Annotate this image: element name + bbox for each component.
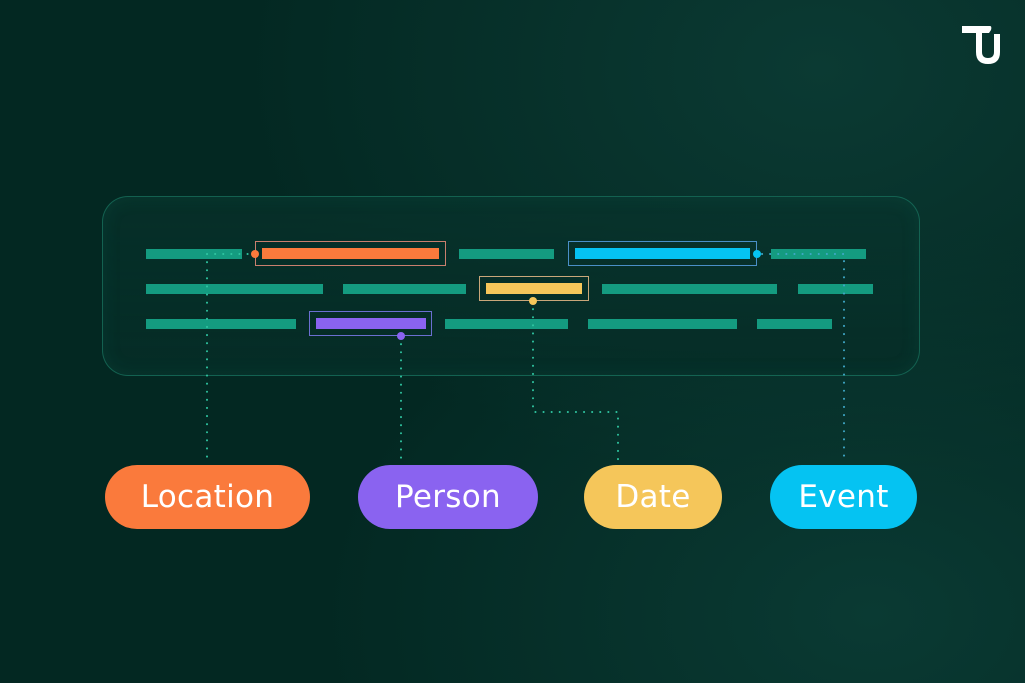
date-label: Date xyxy=(584,465,722,529)
event-label-text: Event xyxy=(798,479,889,515)
event-entity-highlight xyxy=(575,248,750,259)
person-anchor-dot xyxy=(397,332,405,340)
event-label: Event xyxy=(770,465,917,529)
text-line-segment xyxy=(602,284,777,294)
text-line-segment xyxy=(146,249,242,259)
date-anchor-dot xyxy=(529,297,537,305)
person-label-text: Person xyxy=(395,479,501,515)
location-anchor-dot xyxy=(251,250,259,258)
location-label: Location xyxy=(105,465,310,529)
text-line-segment xyxy=(343,284,466,294)
event-anchor-dot xyxy=(753,250,761,258)
text-line-segment xyxy=(445,319,568,329)
date-label-text: Date xyxy=(615,479,691,515)
text-line-segment xyxy=(757,319,832,329)
text-line-segment xyxy=(459,249,554,259)
text-line-segment xyxy=(146,319,296,329)
person-label: Person xyxy=(358,465,538,529)
location-label-text: Location xyxy=(140,479,275,515)
tu-logo-icon xyxy=(962,26,1000,64)
date-entity-highlight xyxy=(486,283,582,294)
text-line-segment xyxy=(798,284,873,294)
text-line-segment xyxy=(146,284,323,294)
text-line-segment xyxy=(771,249,866,259)
person-entity-highlight xyxy=(316,318,426,329)
location-entity-highlight xyxy=(262,248,439,259)
text-line-segment xyxy=(588,319,737,329)
